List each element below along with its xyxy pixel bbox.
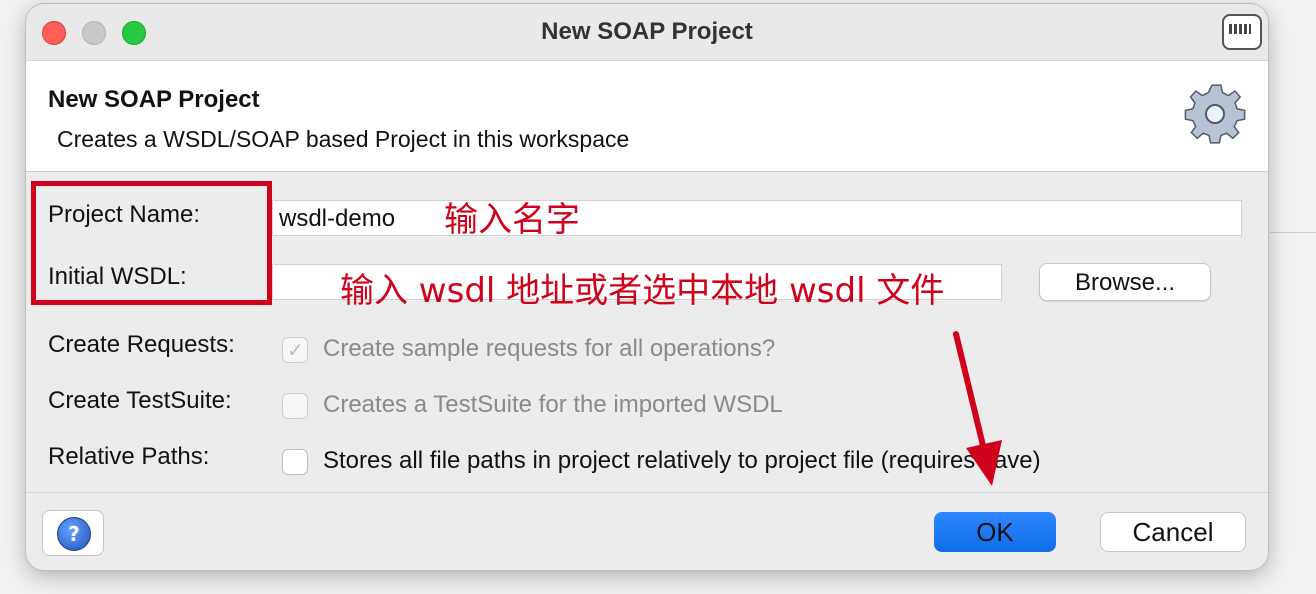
relative-paths-label: Relative Paths:: [48, 443, 210, 470]
annotation-enter-wsdl: 输入 wsdl 地址或者选中本地 wsdl 文件: [340, 271, 945, 311]
browse-button[interactable]: Browse...: [1039, 263, 1211, 301]
ok-button[interactable]: OK: [934, 512, 1056, 552]
create-testsuite-checkbox-label: Creates a TestSuite for the imported WSD…: [323, 391, 783, 418]
annotation-enter-name: 输入名字: [444, 200, 580, 240]
gear-icon: [1184, 84, 1246, 144]
help-button[interactable]: ?: [42, 510, 104, 556]
relative-paths-checkbox-label: Stores all file paths in project relativ…: [323, 447, 1041, 474]
annotation-highlight-box: [31, 181, 272, 305]
project-name-input[interactable]: wsdl-demo: [272, 200, 1242, 236]
title-bar: New SOAP Project: [26, 4, 1268, 61]
dialog-footer: ? OK Cancel: [26, 492, 1268, 570]
keyboard-icon[interactable]: [1222, 14, 1262, 50]
dialog-header: New SOAP Project Creates a WSDL/SOAP bas…: [26, 61, 1268, 172]
header-title: New SOAP Project: [48, 86, 260, 113]
create-testsuite-checkbox[interactable]: [282, 393, 308, 419]
create-requests-checkbox-label: Create sample requests for all operation…: [323, 335, 776, 362]
help-icon: ?: [57, 517, 91, 551]
create-requests-checkbox[interactable]: ✓: [282, 337, 308, 363]
header-subtitle: Creates a WSDL/SOAP based Project in thi…: [57, 126, 630, 152]
checkmark-icon: ✓: [287, 338, 304, 362]
create-requests-label: Create Requests:: [48, 331, 235, 358]
create-testsuite-label: Create TestSuite:: [48, 387, 232, 414]
annotation-arrow-icon: [953, 331, 1002, 486]
relative-paths-checkbox[interactable]: [282, 449, 308, 475]
cancel-button[interactable]: Cancel: [1100, 512, 1246, 552]
background-divider: [1270, 232, 1316, 233]
window-title: New SOAP Project: [541, 18, 753, 45]
